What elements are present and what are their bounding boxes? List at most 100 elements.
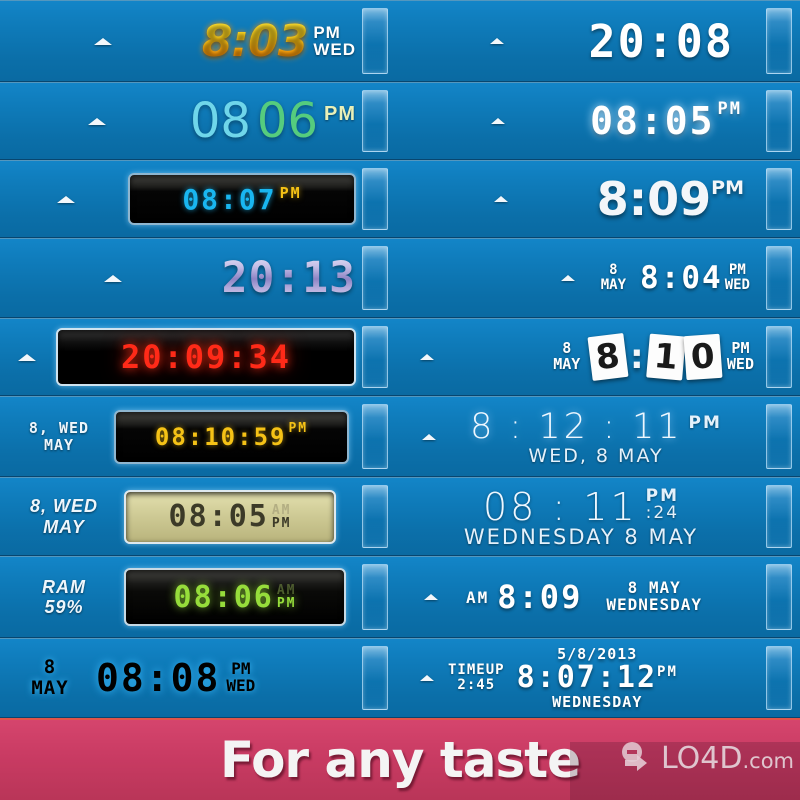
clock-skin-row[interactable]: 8 MAY 8:04 PM WED [396,238,800,318]
clock-skin-row[interactable]: 8:03 PM WED [0,0,396,82]
clock-skin-row[interactable]: 20:08 [396,0,800,82]
expand-triangle-icon[interactable] [93,37,112,45]
row-edge-strip[interactable] [362,646,388,710]
clock-weekday: WED [226,676,256,695]
clock-skin-row[interactable]: 8, WED MAY 08:05 AM PM [0,477,396,556]
clock-skin-row[interactable]: 8 MAY 8 : 1 0 PM WED [396,318,800,396]
expand-triangle-icon[interactable] [420,354,434,360]
row-edge-strip[interactable] [766,564,792,630]
expand-triangle-icon[interactable] [420,675,434,681]
clock-skin-row[interactable]: 20:13 [0,238,396,318]
clock-display: 08 06 PM [190,93,356,149]
clock-time: 20:08 [588,14,734,68]
timeup-value: 2:45 [457,677,496,693]
ram-label-line1: RAM [42,576,86,597]
row-edge-strip[interactable] [362,246,388,310]
watermark-name: LO4D [661,740,743,776]
clock-display: 5/8/2013 8:07:12 PM WEDNESDAY [516,645,678,712]
row-edge-strip[interactable] [362,564,388,630]
ram-label: RAM 59% [4,577,124,617]
date-label: 8, WED MAY [4,496,124,536]
expand-triangle-icon[interactable] [422,433,436,440]
expand-triangle-icon[interactable] [491,118,506,124]
row-edge-strip[interactable] [766,485,792,548]
lo4d-logo-icon [617,738,657,778]
row-edge-strip[interactable] [766,326,792,388]
date-label-line2: MAY [43,516,85,537]
date-line2: WEDNESDAY [606,595,703,614]
clock-skin-row[interactable]: 08 : 11 PM :24 WEDNESDAY 8 MAY [396,477,800,556]
clock-display: 08 : 11 PM :24 WEDNESDAY 8 MAY [406,485,756,549]
row-edge-strip[interactable] [362,326,388,388]
row-edge-strip[interactable] [362,90,388,152]
row-edge-strip[interactable] [766,8,792,74]
lcd-panel: 08:10:59 PM [114,409,349,464]
expand-triangle-icon[interactable] [57,195,75,203]
date-label: 8 MAY [601,263,626,292]
clock-ampm: AM [466,587,490,607]
clock-skin-row[interactable]: 08:05 PM [396,82,800,160]
clock-subtitle: WEDNESDAY 8 MAY [463,524,699,549]
row-edge-strip[interactable] [766,646,792,710]
date-label-line2: MAY [31,677,69,699]
promo-banner: For any taste LO4D.com [0,718,800,800]
row-edge-strip[interactable] [766,90,792,152]
clock-time: 8:03 [201,15,308,67]
expand-triangle-icon[interactable] [18,353,36,361]
clock-skin-row[interactable]: TIMEUP 2:45 5/8/2013 8:07:12 PM WEDNESDA… [396,638,800,718]
clock-ampm: PM [717,99,742,119]
clock-time: 8:07:12 [516,659,658,695]
clock-meta: PM WED [727,340,754,373]
row-edge-strip[interactable] [362,485,388,548]
expand-triangle-icon[interactable] [494,196,509,202]
clock-weekday: WEDNESDAY [552,693,643,712]
clock-ampm: PM [711,177,745,199]
clock-display: 08:08 PM WED [96,656,255,700]
expand-triangle-icon[interactable] [490,38,505,44]
date-label-line2: MAY [43,435,75,454]
row-edge-strip[interactable] [362,168,388,230]
clock-time: 08 : 11 [482,484,638,529]
clock-ampm: PM [324,103,356,125]
clock-ampm: PM [657,663,678,680]
banner-text: For any taste [219,731,581,789]
watermark-text: LO4D.com [661,741,794,776]
row-edge-strip[interactable] [362,404,388,469]
expand-triangle-icon[interactable] [560,275,575,281]
clock-skin-row[interactable]: AM 8:09 8 MAY WEDNESDAY [396,556,800,638]
row-edge-strip[interactable] [362,8,388,74]
clock-weekday: WED [724,277,750,293]
clock-skin-row[interactable]: 8 MAY 08:08 PM WED [0,638,396,718]
ram-label-line2: 59% [44,597,84,617]
clock-skin-row[interactable]: RAM 59% 08:06 AM PM [0,556,396,638]
clock-am-ghost: AM [271,502,292,518]
clock-skin-row[interactable]: 8 : 12 : 11 PM WED, 8 MAY [396,396,800,477]
clock-time: 8:09 [497,578,583,616]
expand-triangle-icon[interactable] [424,594,438,600]
clock-skin-row[interactable]: 20:09:34 [0,318,396,396]
date-label: 8, WED MAY [4,418,114,454]
row-edge-strip[interactable] [766,168,792,230]
date-label: 8 MAY [553,340,580,373]
clock-skin-row[interactable]: 08 06 PM [0,82,396,160]
clock-meta: PM :24 [646,487,679,524]
row-edge-strip[interactable] [766,246,792,310]
left-column: 8:03 PM WED 08 06 PM 08:07 PM 20:13 20:0… [0,0,396,718]
clock-colon: : [629,337,644,377]
flip-digit: 1 [645,333,686,381]
date-label-line1: 8, WED [28,418,90,437]
row-edge-strip[interactable] [766,404,792,469]
date-month: MAY [600,277,627,293]
expand-triangle-icon[interactable] [87,117,106,125]
clock-skin-row[interactable]: 08:07 PM [0,160,396,238]
lcd-panel: 08:07 PM [128,173,356,225]
clock-skin-row[interactable]: 8:09 PM [396,160,800,238]
watermark: LO4D.com [617,738,794,778]
clock-display: 8:03 PM WED [202,16,356,67]
clock-display: 20:13 [222,253,356,303]
date-label: 8 MAY [4,655,96,700]
expand-triangle-icon[interactable] [103,274,122,282]
date-label-line1: 8 [43,655,57,678]
flip-digit: 8 [587,332,629,382]
clock-skin-row[interactable]: 8, WED MAY 08:10:59 PM [0,396,396,477]
